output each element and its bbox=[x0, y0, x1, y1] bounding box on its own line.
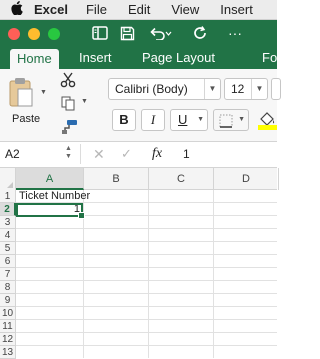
font-name-dropdown[interactable]: Calibri (Body) ▼ bbox=[108, 78, 221, 100]
menu-file[interactable]: File bbox=[86, 2, 107, 17]
copy-dropdown-icon[interactable]: ▼ bbox=[81, 98, 88, 105]
gridline bbox=[16, 228, 277, 229]
select-all-button[interactable] bbox=[0, 168, 16, 190]
chevron-down-icon: ▼ bbox=[238, 116, 245, 123]
cancel-icon[interactable]: ✕ bbox=[93, 146, 105, 163]
more-commands-icon[interactable]: ··· bbox=[228, 22, 242, 44]
undo-icon[interactable] bbox=[148, 22, 172, 44]
menu-insert[interactable]: Insert bbox=[220, 2, 253, 17]
save-icon[interactable] bbox=[120, 22, 135, 44]
borders-button[interactable]: ▼ bbox=[213, 109, 249, 131]
mac-menu-bar: Excel File Edit View Insert bbox=[0, 0, 277, 20]
gridline bbox=[16, 267, 277, 268]
name-box[interactable]: A2 bbox=[5, 147, 20, 161]
column-header-c[interactable]: C bbox=[149, 168, 214, 190]
zoom-window-button[interactable] bbox=[48, 28, 60, 40]
formula-input[interactable]: 1 bbox=[183, 147, 190, 161]
home-ribbon: ▼ Paste ▼ Calibri (Body) ▼ 12 ▼ B I U ▼ … bbox=[0, 69, 281, 142]
gridline bbox=[16, 254, 277, 255]
chevron-down-icon: ▼ bbox=[204, 79, 220, 99]
active-cell-selection[interactable] bbox=[16, 203, 85, 219]
minimize-window-button[interactable] bbox=[28, 28, 40, 40]
sidebar-toggle-icon[interactable] bbox=[92, 22, 108, 44]
cell-a1[interactable]: Ticket Number bbox=[19, 190, 90, 203]
row-header[interactable]: 12 bbox=[0, 333, 16, 346]
underline-label: U bbox=[178, 112, 188, 127]
borders-icon bbox=[219, 114, 233, 134]
format-painter-icon[interactable] bbox=[60, 119, 78, 140]
apple-icon[interactable] bbox=[0, 1, 34, 18]
underline-button[interactable]: U ▼ bbox=[170, 109, 208, 131]
grow-font-button[interactable] bbox=[271, 78, 281, 100]
column-header-a[interactable]: A bbox=[16, 168, 84, 190]
gridline bbox=[16, 345, 277, 346]
gridline bbox=[16, 241, 277, 242]
window-title-bar: ··· bbox=[0, 20, 277, 47]
bold-button[interactable]: B bbox=[112, 109, 136, 131]
row-header[interactable]: 6 bbox=[0, 255, 16, 268]
font-size-value: 12 bbox=[231, 82, 245, 96]
fill-color-icon[interactable] bbox=[258, 110, 277, 135]
redo-icon[interactable] bbox=[192, 22, 208, 44]
row-header[interactable]: 7 bbox=[0, 268, 16, 281]
row-header[interactable]: 8 bbox=[0, 281, 16, 294]
row-header[interactable]: 2 bbox=[0, 203, 16, 216]
column-header-d[interactable]: D bbox=[214, 168, 279, 190]
divider bbox=[80, 144, 81, 164]
copy-icon[interactable] bbox=[60, 95, 76, 116]
enter-check-icon[interactable]: ✓ bbox=[121, 146, 132, 162]
row-header[interactable]: 3 bbox=[0, 216, 16, 229]
tab-formulas[interactable]: Fo bbox=[262, 47, 277, 69]
menu-edit[interactable]: Edit bbox=[128, 2, 150, 17]
ribbon-tab-bar: Home Insert Page Layout Fo bbox=[0, 47, 277, 69]
column-header-b[interactable]: B bbox=[84, 168, 149, 190]
gridline bbox=[16, 319, 277, 320]
formula-bar: A2 ▲ ▼ ✕ ✓ fx 1 bbox=[0, 142, 277, 168]
worksheet-grid[interactable]: A B C D 1 2 3 4 5 6 7 8 9 10 11 12 13 Ti… bbox=[0, 168, 279, 359]
gridline bbox=[16, 293, 277, 294]
tab-insert[interactable]: Insert bbox=[79, 47, 112, 69]
cut-icon[interactable] bbox=[60, 72, 76, 93]
gridline bbox=[16, 280, 277, 281]
paste-label: Paste bbox=[12, 113, 41, 125]
italic-button[interactable]: I bbox=[141, 109, 165, 131]
tab-page-layout[interactable]: Page Layout bbox=[142, 47, 215, 69]
row-header[interactable]: 5 bbox=[0, 242, 16, 255]
name-box-stepper-icon[interactable]: ▲ ▼ bbox=[65, 145, 72, 161]
row-header[interactable]: 11 bbox=[0, 320, 16, 333]
gridline bbox=[16, 306, 277, 307]
chevron-down-icon: ▼ bbox=[197, 116, 204, 123]
tab-home[interactable]: Home bbox=[10, 49, 59, 69]
font-name-value: Calibri (Body) bbox=[115, 82, 188, 96]
row-header[interactable]: 13 bbox=[0, 346, 16, 359]
paste-dropdown-icon[interactable]: ▼ bbox=[40, 89, 47, 96]
row-header[interactable]: 4 bbox=[0, 229, 16, 242]
insert-function-button[interactable]: fx bbox=[152, 146, 162, 162]
chevron-down-icon: ▼ bbox=[251, 79, 267, 99]
menu-app-excel[interactable]: Excel bbox=[34, 2, 68, 17]
gridline bbox=[16, 332, 277, 333]
row-header[interactable]: 1 bbox=[0, 190, 16, 203]
row-header[interactable]: 10 bbox=[0, 307, 16, 320]
font-size-dropdown[interactable]: 12 ▼ bbox=[224, 78, 268, 100]
close-window-button[interactable] bbox=[8, 28, 20, 40]
row-header[interactable]: 9 bbox=[0, 294, 16, 307]
menu-view[interactable]: View bbox=[171, 2, 199, 17]
paste-icon[interactable] bbox=[8, 77, 34, 112]
